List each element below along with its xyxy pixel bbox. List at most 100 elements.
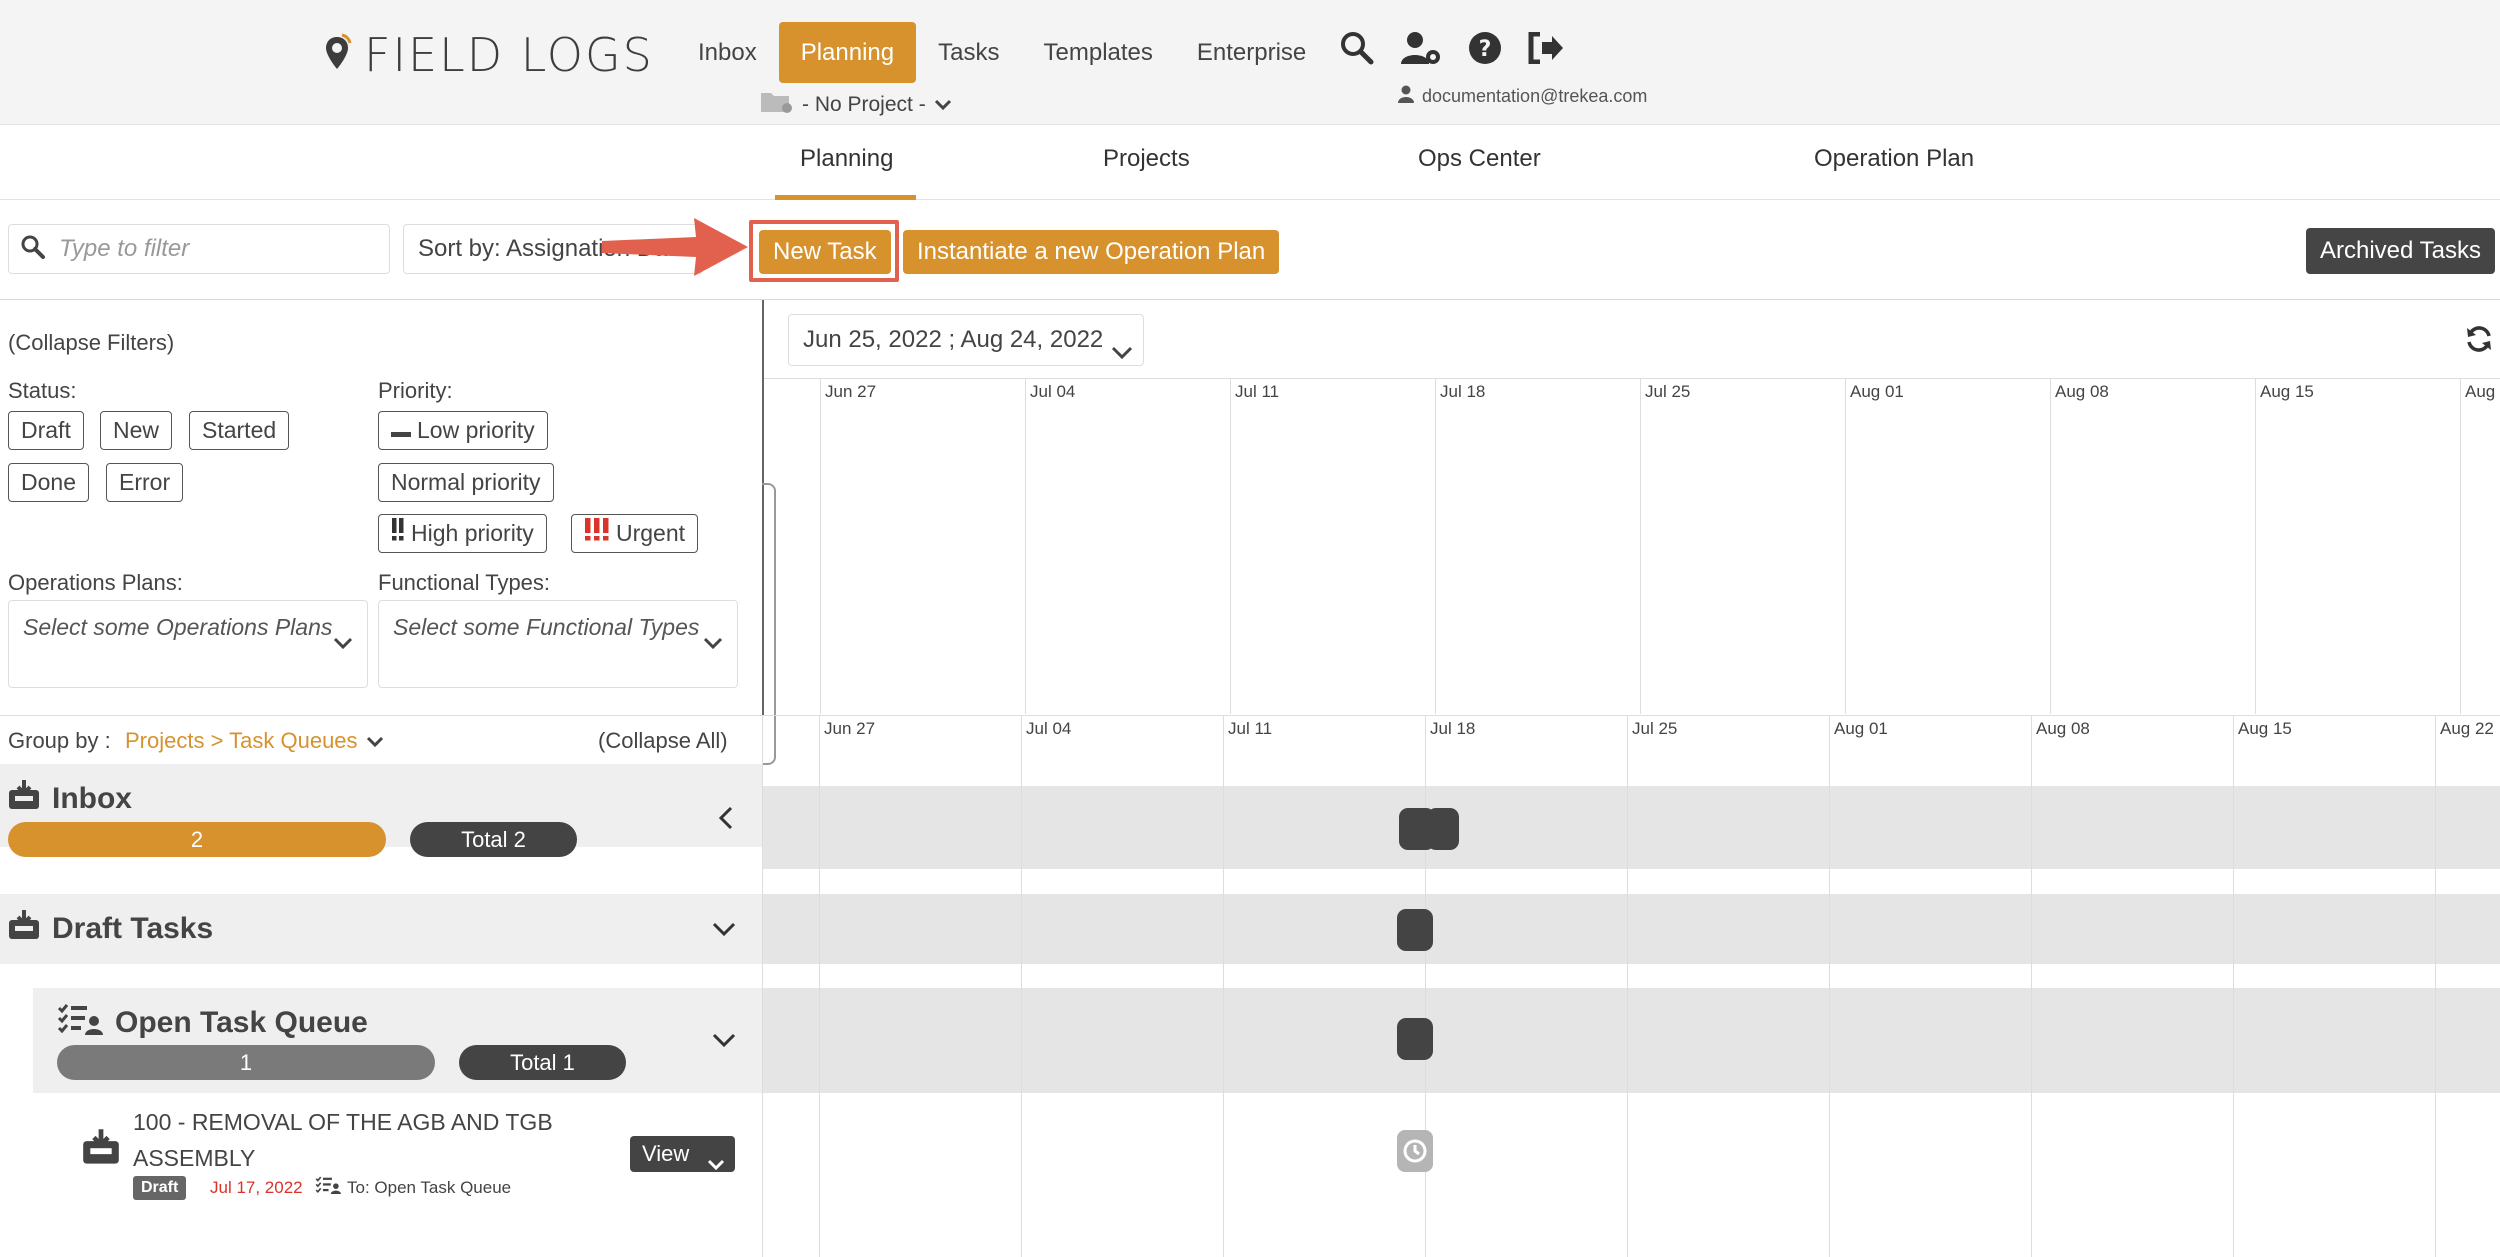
tick-label: Jul 04 [1026,719,1072,738]
project-selector[interactable]: - No Project - [760,90,952,120]
filter-input[interactable] [59,235,359,263]
status-chip-new[interactable]: New [100,411,173,450]
priority-chip-high[interactable]: High priority [378,514,547,553]
subnav-ops-center[interactable]: Ops Center [1418,145,1541,173]
functional-types-label: Functional Types: [378,570,551,595]
inbox-task-marker[interactable] [1427,808,1459,850]
priority-label: Priority: [378,378,453,403]
view-button-label: View [642,1141,690,1166]
user-icon [1398,85,1414,108]
tick-label: Aug 08 [2055,382,2109,401]
tick-label: Jul 11 [1228,719,1273,738]
timeline-tick: Aug 15 [2255,379,2314,714]
arrow-annotation-icon [600,214,752,285]
svg-text:?: ? [1479,37,1492,62]
chevron-down-icon[interactable] [712,1032,736,1053]
queue-task-marker[interactable] [1397,1018,1433,1060]
clock-icon[interactable] [1397,1130,1433,1177]
operations-plans-select[interactable]: Select some Operations Plans [8,600,368,688]
user-settings-icon[interactable] [1400,30,1442,71]
view-button[interactable]: View [630,1136,735,1172]
group-section: Group by : Projects > Task Queues (Colla… [0,715,2500,1257]
inbox-icon [82,1129,120,1170]
status-chip-error[interactable]: Error [106,463,184,502]
priority-chip-urgent-label: Urgent [616,520,686,546]
app-logo[interactable]: FIELD LOGS [322,28,654,82]
nav-inbox[interactable]: Inbox [676,22,779,83]
group-list: Group by : Projects > Task Queues (Colla… [0,716,762,1257]
tick-label: Jul 25 [1632,719,1678,738]
tick-label: Aug 15 [2238,719,2292,738]
functional-types-select[interactable]: Select some Functional Types [378,600,738,688]
user-account: documentation@trekea.com [1398,85,1647,108]
inbox-group-title[interactable]: Inbox [8,780,132,818]
timeline-tick: Jun 27 [820,379,876,714]
chevron-down-icon [1111,329,1133,379]
task-title[interactable]: 100 - REMOVAL OF THE AGB AND TGB ASSEMBL… [133,1104,613,1176]
chevron-down-icon[interactable] [712,921,736,942]
search-icon[interactable] [1340,31,1374,70]
queue-total-badge: Total 1 [459,1045,626,1080]
refresh-icon[interactable] [2464,324,2494,359]
archived-tasks-button[interactable]: Archived Tasks [2306,228,2495,274]
double-exclamation-icon [391,515,405,552]
subnav-planning[interactable]: Planning [800,145,893,173]
queue-count-bar: 1 [57,1045,435,1080]
timeline-tick: Jul 11 [1223,716,1272,1257]
draft-group-label: Draft Tasks [52,912,214,945]
logout-icon[interactable] [1528,31,1564,69]
tick-label: Aug 22 [2465,382,2500,401]
status-chip-draft[interactable]: Draft [8,411,84,450]
nav-enterprise[interactable]: Enterprise [1175,22,1328,83]
timeline-axis-top: Jun 27 Jul 04 Jul 11 Jul 18 Jul 25 Aug 0… [762,378,2500,765]
collapse-filters-link[interactable]: (Collapse Filters) [8,330,174,356]
nav-tasks[interactable]: Tasks [916,22,1021,83]
priority-chip-low-label: Low priority [417,417,535,443]
queue-timeline-row [763,988,2500,1093]
inbox-icon [8,910,40,948]
tick-label: Aug 01 [1834,719,1888,738]
timeline-tick: Jul 04 [1021,716,1071,1257]
tick-label: Jun 27 [825,382,877,401]
priority-chip-normal[interactable]: Normal priority [378,463,554,502]
collapse-all-link[interactable]: (Collapse All) [598,728,728,754]
subnav-projects[interactable]: Projects [1103,145,1190,173]
help-icon[interactable]: ? [1468,31,1502,70]
draft-group-title[interactable]: Draft Tasks [8,910,213,948]
nav-templates[interactable]: Templates [1022,22,1175,83]
timeline-tick: Aug 01 [1829,716,1888,1257]
task-queue-icon [57,1003,103,1043]
operations-plans-label: Operations Plans: [8,570,183,595]
inbox-group-label: Inbox [52,782,132,815]
chevron-down-icon [366,728,384,754]
toolbar: Sort by: Assignation Date New Task Insta… [0,200,2500,300]
priority-chip-high-label: High priority [411,520,534,546]
search-icon [21,235,45,264]
priority-chip-urgent[interactable]: Urgent [571,514,699,553]
draft-task-marker[interactable] [1397,909,1433,951]
triple-exclamation-icon [584,515,610,552]
logo-text: FIELD LOGS [364,28,654,82]
instantiate-operation-plan-button[interactable]: Instantiate a new Operation Plan [903,230,1280,274]
status-chip-started[interactable]: Started [189,411,290,450]
tick-label: Jun 27 [824,719,876,738]
inbox-total-badge: Total 2 [410,822,577,857]
queue-group-title[interactable]: Open Task Queue [57,1003,368,1043]
priority-chip-low[interactable]: Low priority [378,411,548,450]
chevron-left-icon[interactable] [718,806,734,835]
chevron-down-icon [707,1146,725,1182]
inbox-count-bar: 2 [8,822,386,857]
date-range-select[interactable]: Jun 25, 2022 ; Aug 24, 2022 [788,314,1144,366]
tick-label: Aug 08 [2036,719,2090,738]
nav-planning[interactable]: Planning [778,22,917,83]
group-by-select[interactable]: Projects > Task Queues [125,728,384,754]
tick-label: Aug 01 [1850,382,1904,401]
tick-label: Jul 11 [1235,382,1280,401]
subnav-operation-plan[interactable]: Operation Plan [1814,145,1974,173]
timeline-tick: Jun 27 [819,716,875,1257]
task-status-badge: Draft [133,1176,187,1200]
status-chip-done[interactable]: Done [8,463,89,502]
app-header: FIELD LOGS Inbox Planning Tasks Template… [0,0,2500,125]
minus-icon [391,412,411,449]
header-icons: ? [1340,30,1564,71]
